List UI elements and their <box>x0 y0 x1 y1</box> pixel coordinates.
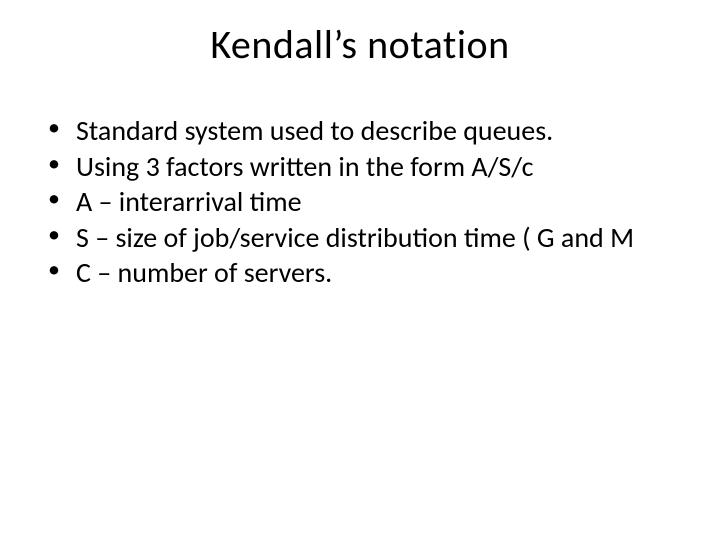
list-item: S – size of job/service distribution tim… <box>48 221 680 255</box>
list-item: Standard system used to describe queues. <box>48 114 680 148</box>
slide-container: Kendall’s notation Standard system used … <box>0 0 720 540</box>
bullet-list: Standard system used to describe queues.… <box>48 114 680 290</box>
list-item: Using 3 factors written in the form A/S/… <box>48 150 680 184</box>
list-item: A – interarrival time <box>48 185 680 219</box>
slide-content: Standard system used to describe queues.… <box>0 114 720 290</box>
list-item: C – number of servers. <box>48 256 680 290</box>
slide-title: Kendall’s notation <box>0 20 720 69</box>
